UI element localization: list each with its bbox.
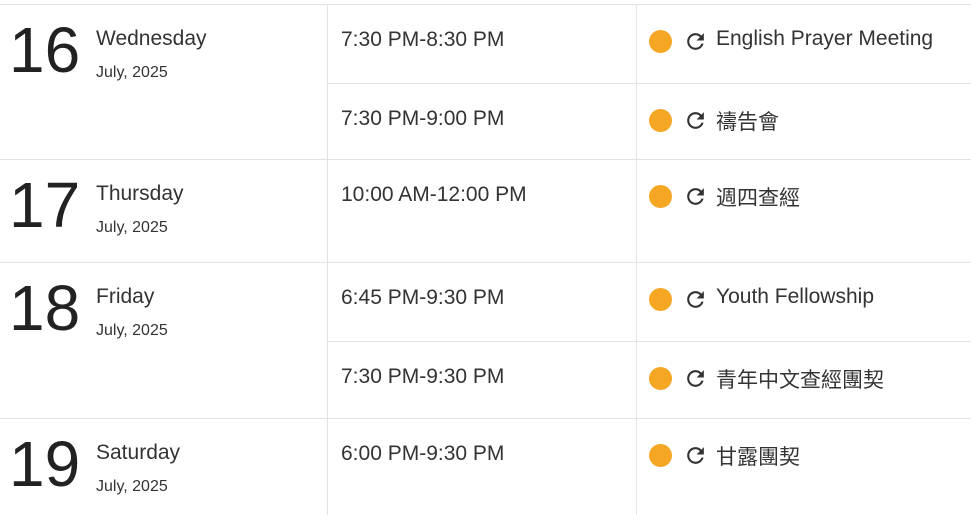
event-row[interactable]: 6:00 PM-9:30 PM 甘露團契	[328, 419, 971, 515]
month-year-label: July, 2025	[96, 478, 168, 495]
event-detail: 甘露團契	[636, 419, 971, 515]
event-category-dot	[649, 367, 672, 390]
refresh-icon	[687, 188, 704, 205]
event-time: 10:00 AM-12:00 PM	[341, 183, 527, 206]
refresh-icon	[687, 33, 704, 50]
event-row[interactable]: 6:45 PM-9:30 PM Youth Fellowship	[328, 263, 971, 341]
day-row-16: 16 Wednesday July, 2025 7:30 PM-8:30 PM …	[0, 5, 971, 160]
month-year-label: July, 2025	[96, 64, 168, 81]
event-title-link[interactable]: 週四查經	[716, 182, 800, 212]
events-list: 6:00 PM-9:30 PM 甘露團契	[328, 419, 971, 515]
event-detail: 青年中文查經團契	[636, 342, 971, 418]
refresh-icon	[687, 112, 704, 129]
date-cell: 17 Thursday July, 2025	[0, 160, 328, 262]
date-cell: 16 Wednesday July, 2025	[0, 5, 328, 159]
date-cell: 19 Saturday July, 2025	[0, 419, 328, 515]
event-time: 7:30 PM-8:30 PM	[341, 28, 505, 51]
day-number: 18	[9, 272, 81, 344]
day-number: 19	[9, 428, 81, 500]
events-list: 10:00 AM-12:00 PM 週四查經	[328, 160, 971, 262]
event-row[interactable]: 7:30 PM-9:00 PM 禱告會	[328, 83, 971, 160]
event-time: 7:30 PM-9:00 PM	[341, 107, 505, 130]
weekday-label: Friday	[96, 285, 155, 308]
refresh-icon	[687, 370, 704, 387]
event-detail: 週四查經	[636, 160, 971, 262]
event-time: 6:45 PM-9:30 PM	[341, 286, 505, 309]
event-category-dot	[649, 109, 672, 132]
event-time: 6:00 PM-9:30 PM	[341, 442, 505, 465]
events-list: 7:30 PM-8:30 PM English Prayer Meeting 7…	[328, 5, 971, 160]
event-title-link[interactable]: Youth Fellowship	[716, 285, 874, 309]
weekday-label: Wednesday	[96, 27, 207, 50]
event-title-link[interactable]: 青年中文查經團契	[716, 364, 884, 394]
event-title-link[interactable]: 甘露團契	[716, 441, 800, 471]
refresh-icon	[687, 447, 704, 464]
day-number: 17	[9, 169, 81, 241]
day-row-19: 19 Saturday July, 2025 6:00 PM-9:30 PM 甘…	[0, 419, 971, 515]
event-detail: Youth Fellowship	[636, 263, 971, 341]
refresh-icon	[687, 291, 704, 308]
weekday-label: Thursday	[96, 182, 184, 205]
event-category-dot	[649, 185, 672, 208]
day-row-17: 17 Thursday July, 2025 10:00 AM-12:00 PM…	[0, 160, 971, 263]
day-number: 16	[9, 14, 81, 86]
event-row[interactable]: 10:00 AM-12:00 PM 週四查經	[328, 160, 971, 262]
event-time: 7:30 PM-9:30 PM	[341, 365, 505, 388]
month-year-label: July, 2025	[96, 219, 168, 236]
event-detail: 禱告會	[636, 84, 971, 160]
month-year-label: July, 2025	[96, 322, 168, 339]
event-row[interactable]: 7:30 PM-9:30 PM 青年中文查經團契	[328, 341, 971, 418]
events-list: 6:45 PM-9:30 PM Youth Fellowship 7:30 PM…	[328, 263, 971, 418]
event-title-link[interactable]: English Prayer Meeting	[716, 27, 933, 51]
event-title-link[interactable]: 禱告會	[716, 106, 779, 136]
weekday-label: Saturday	[96, 441, 181, 464]
event-category-dot	[649, 30, 672, 53]
event-detail: English Prayer Meeting	[636, 5, 971, 83]
event-category-dot	[649, 444, 672, 467]
event-category-dot	[649, 288, 672, 311]
event-schedule: 16 Wednesday July, 2025 7:30 PM-8:30 PM …	[0, 0, 971, 515]
event-row[interactable]: 7:30 PM-8:30 PM English Prayer Meeting	[328, 5, 971, 83]
day-row-18: 18 Friday July, 2025 6:45 PM-9:30 PM You…	[0, 263, 971, 419]
date-cell: 18 Friday July, 2025	[0, 263, 328, 418]
